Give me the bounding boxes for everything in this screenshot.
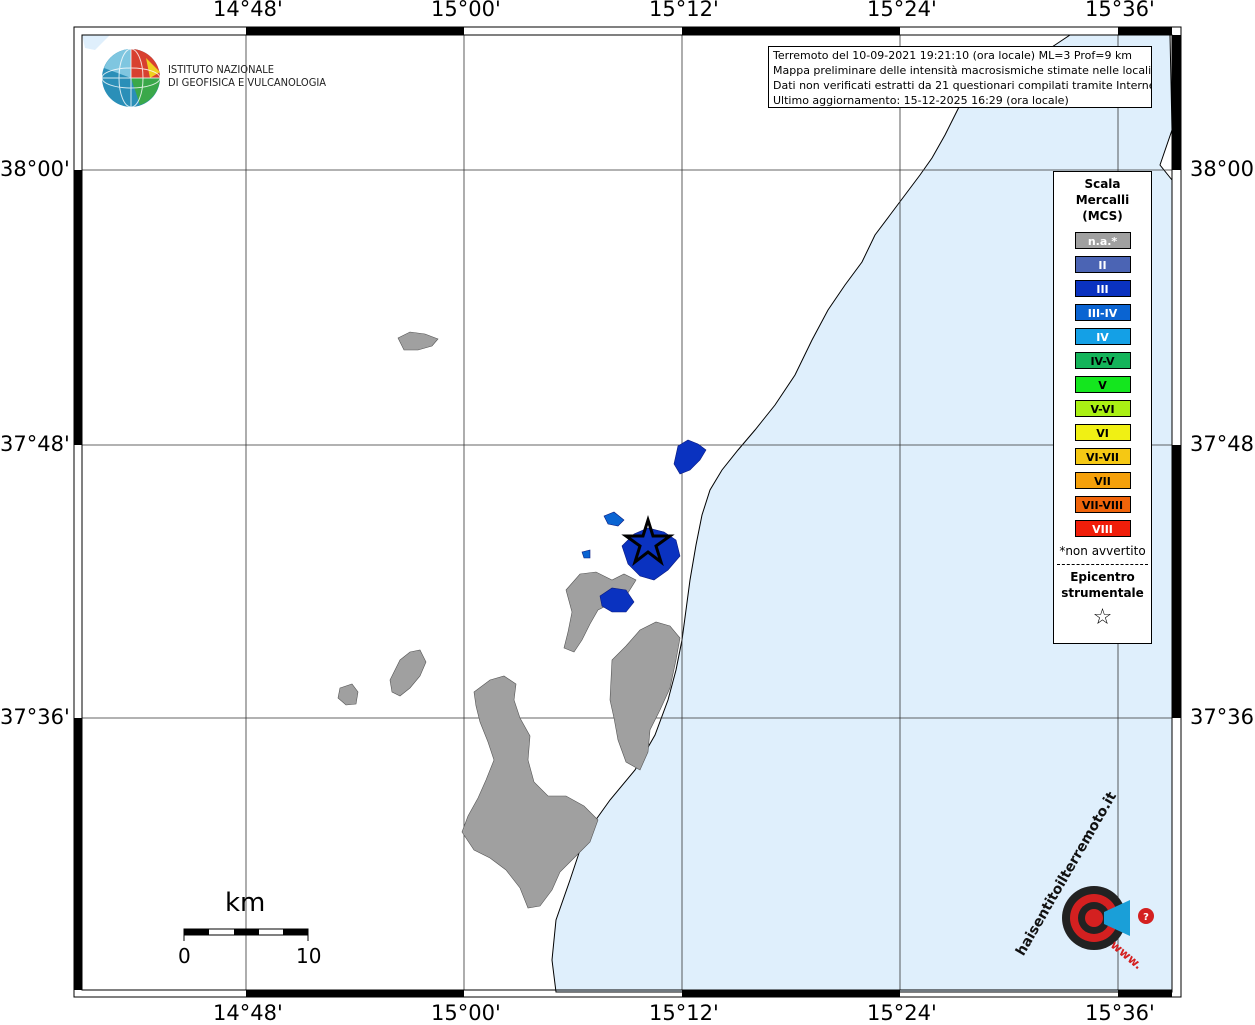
legend-item-III: III [1074,280,1131,297]
event-info-line-1: Terremoto del 10-09-2021 19:21:10 (ora l… [773,49,1133,62]
lon-label-top-3: 15°12' [649,0,719,21]
ingv-logo-icon [101,48,161,108]
lat-label-right-2: 37°48' [1190,432,1255,456]
lon-label-bottom-5: 15°36' [1085,1001,1155,1025]
legend-epicenter-line-2: strumentale [1061,586,1144,600]
lon-label-top-5: 15°36' [1085,0,1155,21]
legend-item-VI-VII: VI-VII [1074,448,1131,465]
lat-label-right-3: 37°36' [1190,705,1255,729]
event-info-box: Terremoto del 10-09-2021 19:21:10 (ora l… [768,46,1152,108]
legend-item-VII: VII [1074,472,1131,489]
legend-title-line-2: Mercalli [1075,193,1130,207]
event-info-line-2: Mappa preliminare delle intensità macros… [773,64,1152,77]
lon-label-top-4: 15°24' [867,0,937,21]
legend-title: Scala Mercalli (MCS) [1054,176,1151,224]
scale-max-label: 10 [296,944,322,968]
legend-item-VIII: VIII [1074,520,1131,537]
legend-title-line-3: (MCS) [1082,209,1123,223]
lon-label-top-2: 15°00' [431,0,501,21]
logo-line-2: DI GEOFISICA E VULCANOLOGIA [168,76,327,89]
lon-label-bottom-4: 15°24' [867,1001,937,1025]
legend-epicenter-line-1: Epicentro [1070,570,1135,584]
ingv-logo-text: ISTITUTO NAZIONALE DI GEOFISICA E VULCAN… [168,63,326,89]
legend-item-III-IV: III-IV [1074,304,1131,321]
event-info-line-3: Dati non verificati estratti da 21 quest… [773,79,1152,92]
legend-item-na: n.a.* [1074,232,1131,249]
svg-text:?: ? [1143,912,1149,923]
legend-item-IV: IV [1074,328,1131,345]
lon-label-bottom-2: 15°00' [431,1001,501,1025]
scale-min-label: 0 [178,944,191,968]
legend-item-VI: VI [1074,424,1131,441]
sea-area-nw [82,35,110,50]
lat-label-left-1: 38°00' [0,157,70,181]
legend-item-V-VI: V-VI [1074,400,1131,417]
lon-label-top-1: 14°48' [213,0,283,21]
legend-separator [1057,564,1148,565]
legend-star-icon: ☆ [1092,605,1113,630]
mcs-legend: Scala Mercalli (MCS) n.a.* II III III-IV… [1053,171,1152,644]
legend-item-VII-VIII: VII-VIII [1074,496,1131,513]
lon-label-bottom-1: 14°48' [213,1001,283,1025]
event-info-line-4: Ultimo aggiornamento: 15-12-2025 16:29 (… [773,94,1069,107]
lat-label-left-2: 37°48' [0,432,70,456]
legend-item-IV-V: IV-V [1074,352,1131,369]
lat-label-right-1: 38°00' [1190,157,1255,181]
lon-label-bottom-3: 15°12' [649,1001,719,1025]
legend-item-II: II [1074,256,1131,273]
logo-line-1: ISTITUTO NAZIONALE [168,63,275,76]
legend-epicenter-label: Epicentro strumentale [1054,569,1151,601]
legend-note: *non avvertito [1059,544,1146,558]
legend-item-V: V [1074,376,1131,393]
scale-unit: km [225,888,266,918]
legend-title-line-1: Scala [1084,177,1121,191]
lat-label-left-3: 37°36' [0,705,70,729]
